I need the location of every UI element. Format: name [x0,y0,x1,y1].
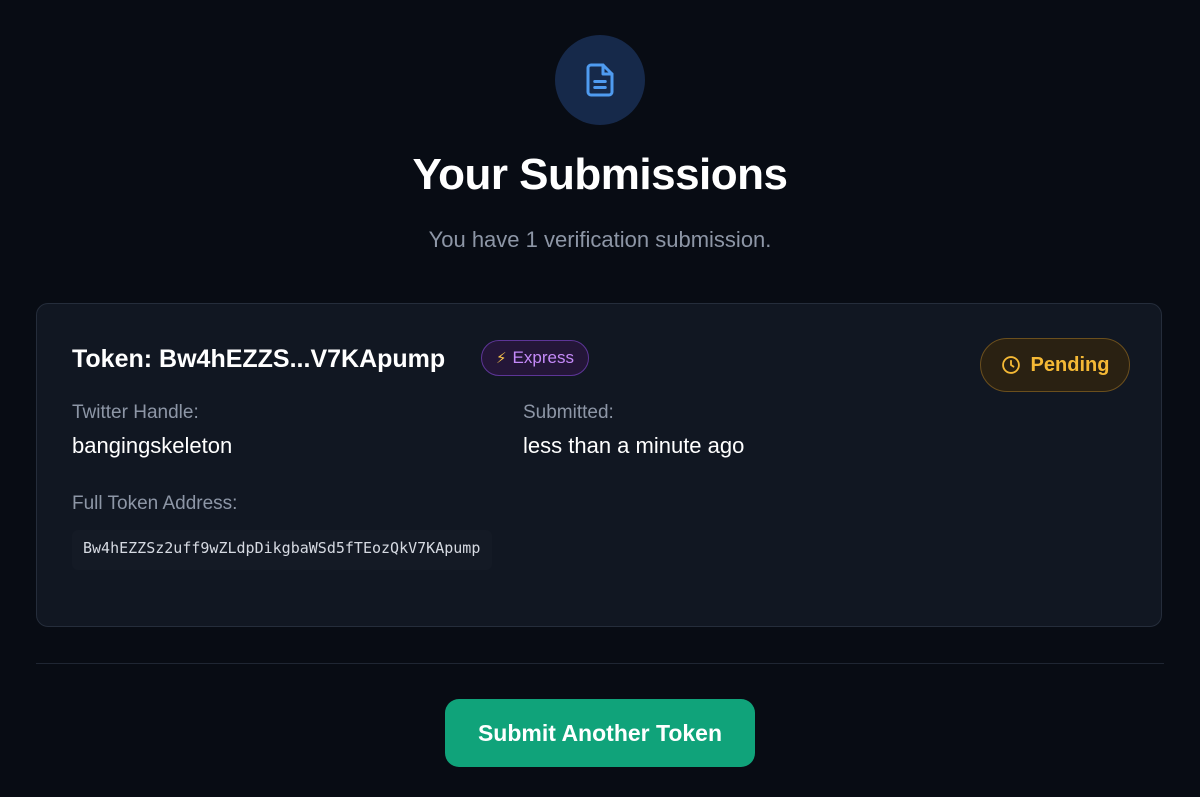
submission-card: Token: Bw4hEZZS...V7KApump ⚡ Express Pen… [36,303,1162,627]
submit-another-token-button[interactable]: Submit Another Token [445,699,755,767]
express-badge-label: Express [512,348,574,367]
twitter-handle-label: Twitter Handle: [72,402,199,423]
lightning-icon: ⚡ [496,349,507,367]
express-badge: ⚡ Express [481,340,589,376]
token-title: Token: Bw4hEZZS...V7KApump [72,345,446,373]
submitted-value: less than a minute ago [523,433,745,458]
token-address-label: Full Token Address: [72,493,238,514]
page-subtitle: You have 1 verification submission. [428,227,772,252]
submissions-page: Your Submissions You have 1 verification… [0,0,1200,797]
divider [36,663,1164,664]
status-badge-label: Pending [1030,353,1110,376]
status-badge: Pending [980,338,1130,392]
document-icon [555,35,645,125]
page-title: Your Submissions [412,150,788,199]
submitted-label: Submitted: [523,402,614,423]
twitter-handle-value: bangingskeleton [72,433,233,458]
token-address-value[interactable]: Bw4hEZZSz2uff9wZLdpDikgbaWSd5fTEozQkV7KA… [72,530,492,570]
clock-icon [1001,355,1021,375]
